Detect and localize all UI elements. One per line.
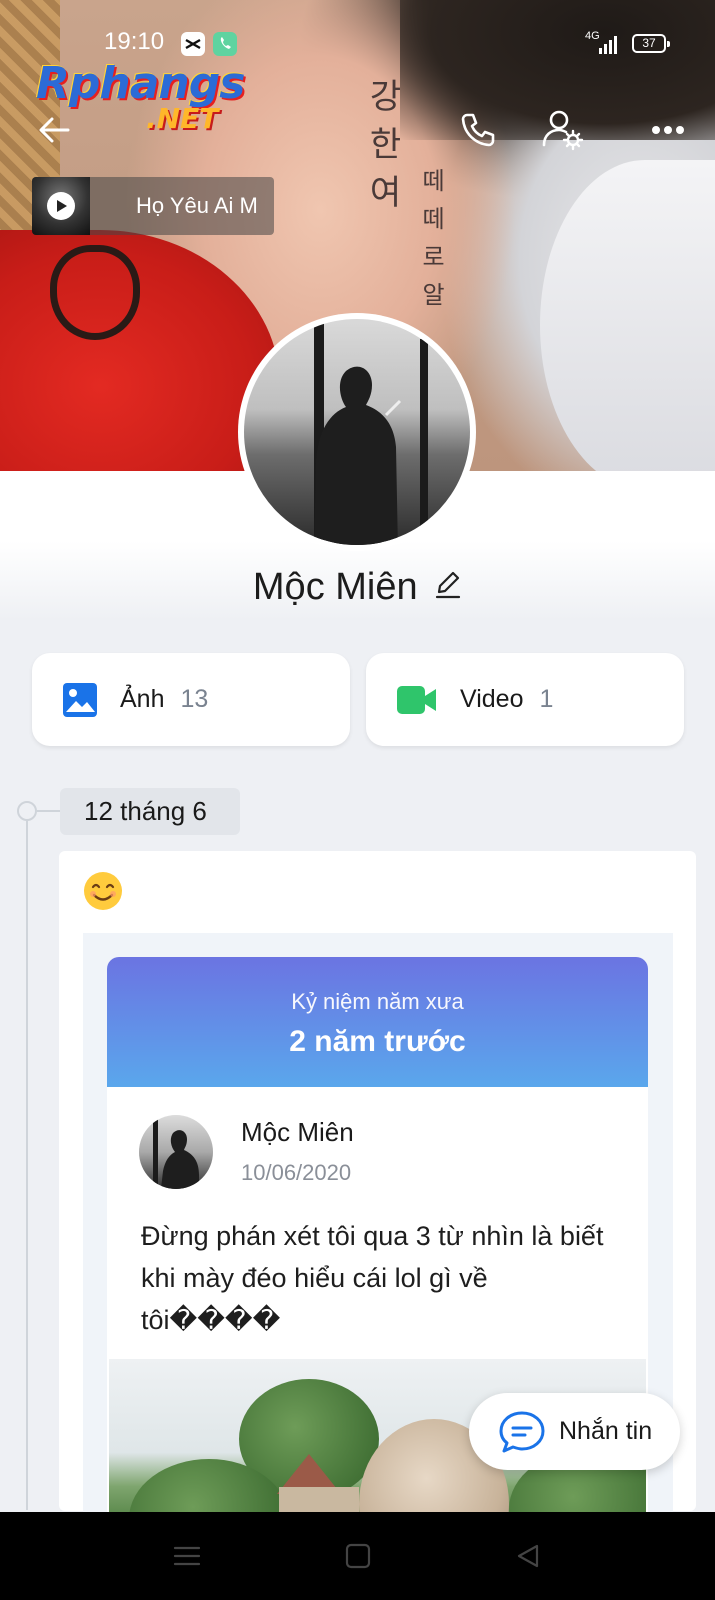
videos-count: 1: [539, 685, 554, 713]
profile-music-player[interactable]: Họ Yêu Ai M: [32, 177, 274, 235]
memory-subtitle: Kỷ niệm năm xưa: [291, 989, 464, 1014]
pencil-icon: [435, 571, 461, 599]
user-settings-icon: [542, 110, 584, 151]
cover-necklace: [50, 245, 140, 340]
back-arrow-icon: [39, 117, 70, 143]
call-button[interactable]: [448, 100, 508, 160]
profile-settings-button[interactable]: [532, 100, 592, 160]
watermark-line2: .NET: [146, 102, 219, 135]
status-time: 19:10: [104, 28, 165, 55]
music-album-art: [32, 177, 90, 235]
video-camera-icon: [397, 685, 436, 714]
profile-avatar[interactable]: [238, 313, 476, 551]
photos-label: Ảnh: [120, 685, 165, 713]
edit-name-button[interactable]: [434, 570, 462, 605]
photos-count: 13: [180, 685, 209, 713]
avatar-silhouette: [314, 366, 402, 545]
timeline-date-label: 12 tháng 6: [60, 788, 240, 835]
back-triangle-icon: [517, 1544, 539, 1568]
phone-notification-icon: [213, 32, 237, 56]
home-square-icon: [345, 1543, 371, 1569]
smiling-face-emoji-icon: [84, 872, 122, 910]
timeline-connector: [37, 810, 61, 812]
chat-bubble-icon: [499, 1411, 545, 1452]
system-navigation-bar: [0, 1512, 715, 1600]
cover-face-mask: [540, 160, 715, 471]
music-title: Họ Yêu Ai M: [136, 193, 258, 218]
memory-author-avatar[interactable]: [139, 1115, 213, 1189]
play-icon[interactable]: [47, 192, 75, 220]
avatar-window-frame-2: [420, 339, 428, 545]
timeline-line: [26, 810, 28, 1510]
image-icon: [63, 682, 97, 717]
send-message-button[interactable]: Nhắn tin: [469, 1393, 680, 1470]
profile-name: Mộc Miên: [252, 566, 418, 608]
back-button[interactable]: [24, 100, 84, 160]
cover-tattoo-1: 강한여: [362, 78, 402, 222]
back-system-button[interactable]: [506, 1534, 550, 1578]
avatar-photo: [244, 319, 470, 545]
memory-title: 2 năm trước: [289, 1025, 466, 1058]
timeline-dot: [17, 801, 37, 821]
home-button[interactable]: [336, 1534, 380, 1578]
photos-card[interactable]: Ảnh 13: [32, 653, 350, 746]
memory-author-name: Mộc Miên: [241, 1117, 354, 1147]
battery-indicator: 37: [632, 34, 670, 53]
send-message-label: Nhắn tin: [559, 1417, 653, 1445]
memory-header: Kỷ niệm năm xưa 2 năm trước: [107, 957, 648, 1087]
memory-text: Đừng phán xét tôi qua 3 từ nhìn là biết …: [141, 1221, 604, 1335]
videos-label: Video: [460, 685, 524, 713]
memory-date: 10/06/2020: [241, 1160, 352, 1185]
phone-icon: [461, 113, 495, 147]
capcut-notification-icon: [181, 32, 205, 56]
more-dots-icon: [652, 126, 684, 134]
profile-name-row: Mộc Miên: [0, 566, 715, 609]
signal-icon: 4G: [585, 30, 619, 54]
menu-lines-icon: [173, 1546, 201, 1566]
videos-card[interactable]: Video 1: [366, 653, 684, 746]
cover-tattoo-2: 떼떼로알: [417, 168, 445, 320]
more-options-button[interactable]: [638, 100, 698, 160]
recent-apps-button[interactable]: [165, 1534, 209, 1578]
